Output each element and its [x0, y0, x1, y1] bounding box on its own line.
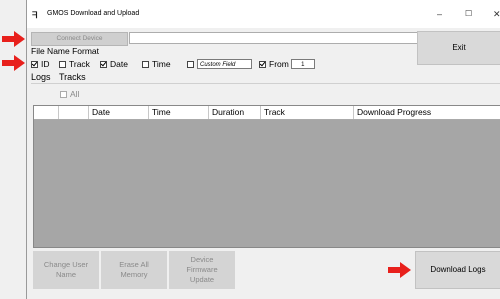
column-header-download-progress[interactable]: Download Progress [354, 106, 500, 119]
track-checkbox[interactable]: Track [59, 59, 90, 69]
checkbox-icon [187, 60, 194, 68]
download-logs-button[interactable]: Download Logs [415, 251, 500, 289]
app-window: ᖷ GMOS Download and Upload – ☐ ✕ Connect… [26, 0, 500, 299]
from-input[interactable]: 1 [290, 59, 315, 69]
annotation-arrow-id [2, 55, 25, 71]
maximize-button[interactable]: ☐ [465, 9, 472, 18]
column-header-blank [59, 106, 89, 119]
time-checkbox[interactable]: Time [142, 59, 171, 69]
checkbox-checked-icon [100, 60, 107, 68]
table-header: Date Time Duration Track Download Progre… [34, 106, 500, 120]
erase-all-memory-button[interactable]: Erase All Memory [101, 251, 167, 289]
all-label: All [70, 89, 80, 99]
tab-logs[interactable]: Logs [31, 72, 51, 82]
column-header-duration[interactable]: Duration [209, 106, 261, 119]
checkbox-icon [60, 90, 67, 98]
id-label: ID [41, 59, 50, 69]
annotation-arrow-download [388, 262, 411, 278]
id-checkbox[interactable]: ID [31, 59, 50, 69]
date-label: Date [110, 59, 128, 69]
column-header-date[interactable]: Date [89, 106, 149, 119]
from-checkbox[interactable]: From 1 [259, 59, 315, 69]
title-bar: ᖷ GMOS Download and Upload – ☐ ✕ [27, 0, 500, 28]
checkbox-icon [142, 60, 149, 68]
connect-device-button[interactable]: Connect Device [31, 32, 128, 46]
tab-divider [31, 83, 500, 84]
checkbox-icon [59, 60, 66, 68]
device-select[interactable]: ⌄ [129, 32, 440, 44]
date-checkbox[interactable]: Date [100, 59, 128, 69]
from-label: From [269, 59, 289, 69]
checkbox-checked-icon [259, 60, 266, 68]
checkbox-checked-icon [31, 60, 38, 68]
minimize-button[interactable]: – [437, 9, 442, 19]
exit-button[interactable]: Exit [417, 31, 500, 65]
window-title: GMOS Download and Upload [47, 10, 140, 17]
device-firmware-update-button[interactable]: Device Firmware Update [169, 251, 235, 289]
tab-tracks[interactable]: Tracks [59, 72, 86, 82]
column-header-time[interactable]: Time [149, 106, 209, 119]
track-label: Track [69, 59, 90, 69]
file-name-format-heading: File Name Format [31, 46, 100, 56]
custom-field-input[interactable]: Custom Field [197, 59, 252, 69]
time-label: Time [152, 59, 171, 69]
app-logo-icon: ᖷ [32, 10, 38, 20]
logs-table[interactable]: Date Time Duration Track Download Progre… [33, 105, 500, 248]
close-button[interactable]: ✕ [493, 9, 500, 20]
change-user-name-button[interactable]: Change User Name [33, 251, 99, 289]
column-header-select[interactable] [34, 106, 59, 119]
column-header-track[interactable]: Track [261, 106, 354, 119]
all-checkbox[interactable]: All [60, 89, 79, 99]
custom-field-checkbox[interactable]: Custom Field [187, 59, 252, 69]
annotation-arrow-connect [2, 31, 25, 47]
